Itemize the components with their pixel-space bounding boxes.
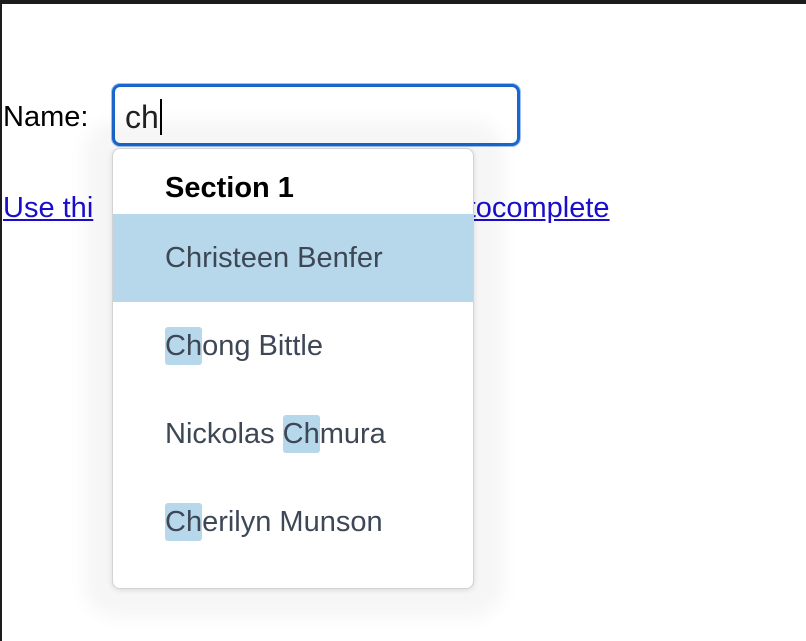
option-chong-bittle[interactable]: Chong Bittle (113, 302, 473, 390)
match-highlight: Ch (165, 327, 203, 365)
autocomplete-listbox[interactable]: Section 1 Christeen Benfer Chong Bittle … (112, 148, 474, 589)
match-highlight: Ch (165, 503, 203, 541)
name-label: Name: (3, 101, 89, 133)
option-cherilyn-munson[interactable]: Cherilyn Munson (113, 478, 473, 566)
autocomplete-link-visible-start: Use thi (3, 192, 94, 224)
option-christeen-benfer[interactable]: Christeen Benfer (113, 214, 473, 302)
option-nickolas-chmura[interactable]: Nickolas Chmura (113, 390, 473, 478)
option-label: ong Bittle (202, 330, 323, 362)
option-label: mura (319, 418, 386, 450)
section-header: Section 1 (165, 172, 294, 204)
option-label: Christeen Benfer (165, 242, 383, 274)
option-label: erilyn Munson (202, 506, 383, 538)
match-highlight: Ch (282, 415, 320, 453)
option-label-prefix: Nickolas (165, 418, 283, 450)
